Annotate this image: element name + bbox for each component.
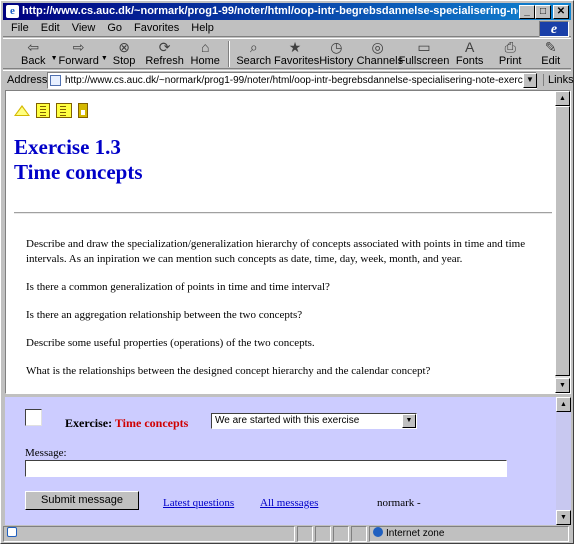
favorites-icon: ★	[288, 39, 302, 55]
stop-icon: ⊗	[118, 39, 130, 55]
paragraph: Describe some useful properties (operati…	[26, 337, 315, 349]
message-form-frame: Exercise: Time concepts We are started w…	[5, 394, 571, 525]
address-label: Address	[7, 74, 48, 86]
history-button[interactable]: ◷ History	[316, 39, 357, 69]
address-bar: Address http://www.cs.auc.dk/~normark/pr…	[3, 70, 574, 89]
page-title: Exercise 1.3 Time concepts	[14, 135, 556, 185]
status-cell	[333, 526, 349, 542]
exercise-content: Exercise 1.3 Time concepts Describe and …	[6, 91, 556, 393]
fonts-button[interactable]: A Fonts	[449, 39, 490, 69]
fullscreen-button[interactable]: ▭ Fullscreen	[399, 39, 450, 69]
refresh-button[interactable]: ⟳ Refresh	[144, 39, 185, 69]
favorites-button[interactable]: ★ Favorites	[274, 39, 319, 69]
page-icon	[50, 75, 61, 86]
menu-help[interactable]: Help	[185, 20, 220, 37]
form-scrollbar[interactable]: ▲ ▼	[556, 397, 571, 525]
toolbar: ⇦ Back ▼ ⇨ Forward ▼ ⊗ Stop ⟳ Refresh ⌂ Home ⌕ S…	[3, 38, 571, 69]
history-icon: ◷	[330, 39, 343, 55]
exercise-status-select[interactable]: We are started with this exercise ▼	[211, 413, 417, 429]
latest-questions-link[interactable]: Latest questions	[163, 497, 234, 509]
menu-view[interactable]: View	[66, 20, 102, 37]
menu-edit[interactable]: Edit	[35, 20, 66, 37]
ie-app-icon: e	[6, 5, 19, 18]
close-button[interactable]: ✕	[553, 5, 569, 19]
fonts-icon: A	[464, 39, 475, 55]
window-title: http://www.cs.auc.dk/~normark/prog1-99/n…	[22, 5, 518, 17]
status-cell	[351, 526, 367, 542]
exercise-content-frame: Exercise 1.3 Time concepts Describe and …	[5, 90, 571, 394]
note-index-icon[interactable]	[56, 102, 72, 118]
forward-button[interactable]: ⇨ Forward ▼	[54, 39, 108, 69]
message-form: Exercise: Time concepts We are started w…	[5, 397, 555, 525]
scroll-down-button[interactable]: ▼	[556, 510, 571, 525]
globe-icon	[373, 527, 383, 537]
divider	[14, 212, 552, 214]
message-label: Message:	[25, 447, 67, 459]
up-triangle-icon[interactable]	[14, 104, 30, 116]
exercise-name: Time concepts	[114, 416, 189, 430]
exercise-title: Time concepts	[14, 160, 143, 184]
home-page-icon[interactable]	[78, 102, 88, 118]
stop-button[interactable]: ⊗ Stop	[104, 39, 145, 69]
search-button[interactable]: ⌕ Search	[233, 39, 274, 69]
exercise-label: Exercise: Time concepts	[65, 416, 189, 430]
address-url: http://www.cs.auc.dk/~normark/prog1-99/n…	[65, 75, 536, 86]
ie-throbber-logo: e	[539, 21, 569, 37]
menu-bar: File Edit View Go Favorites Help	[3, 20, 571, 37]
exercise-text: Describe and draw the specialization/gen…	[26, 237, 546, 392]
fullscreen-icon: ▭	[417, 39, 431, 55]
search-icon: ⌕	[249, 39, 258, 55]
security-zone: Internet zone	[369, 526, 569, 542]
links-button[interactable]: Links	[543, 74, 574, 86]
print-button[interactable]: ⎙ Print	[490, 39, 531, 69]
channels-icon: ◎	[371, 39, 384, 55]
toolbar-separator	[228, 41, 231, 67]
scroll-up-button[interactable]: ▲	[556, 397, 571, 412]
browser-window: e http://www.cs.auc.dk/~normark/prog1-99…	[0, 0, 574, 544]
maximize-button[interactable]: □	[535, 5, 551, 19]
exercise-status-value: We are started with this exercise	[215, 415, 360, 426]
scroll-thumb[interactable]	[555, 106, 570, 376]
paragraph: What is the relationships between the de…	[26, 365, 431, 377]
window-controls: _ □ ✕	[519, 5, 569, 19]
paragraph: Describe and draw the specialization/gen…	[26, 238, 526, 265]
menu-file[interactable]: File	[3, 20, 35, 37]
scroll-down-button[interactable]: ▼	[555, 378, 570, 393]
home-icon: ⌂	[200, 39, 210, 55]
submit-message-button[interactable]: Submit message	[25, 491, 139, 510]
title-bar: e http://www.cs.auc.dk/~normark/prog1-99…	[3, 3, 571, 20]
status-bar: Internet zone	[3, 526, 571, 543]
print-icon: ⎙	[504, 39, 516, 55]
navigation-icons	[14, 99, 556, 121]
address-dropdown-button[interactable]: ▼	[523, 73, 537, 88]
minimize-button[interactable]: _	[519, 5, 535, 19]
exercise-done-checkbox[interactable]	[25, 409, 42, 426]
exercise-number: Exercise 1.3	[14, 135, 121, 159]
status-message	[3, 526, 295, 542]
back-arrow-icon: ⇦	[27, 39, 40, 55]
page-status-icon	[7, 527, 17, 537]
status-cell	[315, 526, 331, 542]
address-input[interactable]: http://www.cs.auc.dk/~normark/prog1-99/n…	[47, 72, 537, 89]
edit-button[interactable]: ✎ Edit	[530, 39, 571, 69]
status-cell	[297, 526, 313, 542]
author-name: normark -	[377, 497, 421, 509]
note-page-icon[interactable]	[36, 102, 50, 118]
message-input[interactable]	[25, 460, 507, 477]
scroll-up-button[interactable]: ▲	[555, 91, 570, 106]
chevron-down-icon[interactable]: ▼	[402, 414, 416, 428]
content-scrollbar[interactable]: ▲ ▼	[555, 91, 570, 393]
refresh-icon: ⟳	[158, 39, 171, 55]
paragraph: Is there a common generalization of poin…	[26, 281, 330, 293]
all-messages-link[interactable]: All messages	[260, 497, 318, 509]
paragraph: Is there an aggregation relationship bet…	[26, 309, 303, 321]
forward-arrow-icon: ⇨	[72, 39, 85, 55]
menu-go[interactable]: Go	[101, 20, 128, 37]
channels-button[interactable]: ◎ Channels	[357, 39, 403, 69]
home-button[interactable]: ⌂ Home	[185, 39, 226, 69]
menu-favorites[interactable]: Favorites	[128, 20, 185, 37]
back-button[interactable]: ⇦ Back ▼	[13, 39, 58, 69]
edit-icon: ✎	[544, 39, 557, 55]
